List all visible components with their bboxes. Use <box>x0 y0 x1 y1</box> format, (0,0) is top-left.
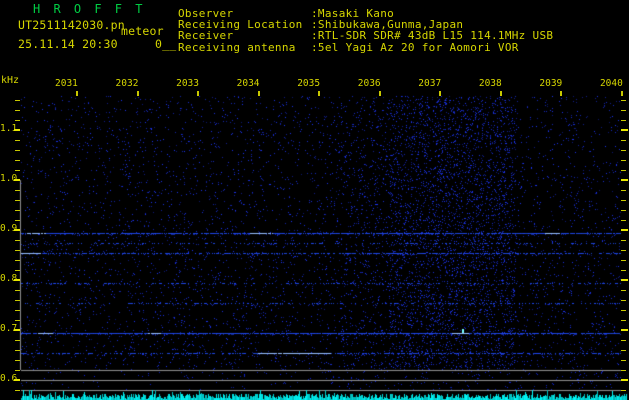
hrofft-screen: H R O F F T UT2511142030.pn meteor 25.11… <box>0 0 629 400</box>
time-label: 2037 <box>418 78 442 89</box>
freq-tick-right <box>621 179 628 181</box>
freq-tick-left <box>14 379 20 381</box>
time-label: 2031 <box>55 78 78 89</box>
freq-tick-right <box>621 329 628 331</box>
time-label: 2035 <box>297 78 321 89</box>
freq-tick-left <box>15 110 20 111</box>
time-tick <box>560 91 563 96</box>
freq-tick-left <box>15 240 20 241</box>
freq-tick-right <box>621 270 626 271</box>
time-label: 2040 <box>599 78 623 89</box>
freq-tick-left <box>15 290 20 291</box>
freq-tick-left <box>14 279 20 281</box>
meteor-counter: 0__ <box>155 37 177 51</box>
freq-tick-right <box>621 370 626 371</box>
freq-tick-right <box>621 220 626 221</box>
freq-tick-left <box>15 370 20 371</box>
time-label: 2039 <box>539 78 563 89</box>
freq-tick-right <box>621 260 626 261</box>
freq-tick-left <box>15 120 20 121</box>
freq-unit-label: kHz <box>1 75 20 86</box>
freq-tick-left <box>15 320 20 321</box>
time-label: 2033 <box>176 78 199 89</box>
freq-tick-right <box>621 310 626 311</box>
freq-tick-right <box>621 120 626 121</box>
time-tick <box>378 91 381 96</box>
time-tick <box>439 91 442 96</box>
freq-tick-right <box>621 129 628 131</box>
freq-tick-right <box>621 350 626 351</box>
freq-tick-right <box>621 390 626 391</box>
freq-tick-left <box>15 160 20 161</box>
freq-tick-left <box>15 210 20 211</box>
freq-tick-left <box>15 350 20 351</box>
freq-tick-left <box>15 190 20 191</box>
freq-tick-right <box>621 300 626 301</box>
freq-tick-left <box>15 220 20 221</box>
spectrogram-canvas <box>0 0 629 400</box>
freq-tick-left <box>15 250 20 251</box>
freq-tick-right <box>621 360 626 361</box>
time-label: 2036 <box>357 78 381 89</box>
freq-tick-left <box>15 300 20 301</box>
freq-tick-right <box>621 100 626 101</box>
time-label: 2032 <box>115 78 139 89</box>
freq-tick-left <box>14 229 20 231</box>
freq-tick-left <box>14 329 20 331</box>
filename-label: UT2511142030.pn <box>18 18 125 32</box>
freq-tick-left <box>15 390 20 391</box>
freq-tick-right <box>621 210 626 211</box>
antenna-label: Receiving antenna <box>178 41 296 54</box>
freq-tick-left <box>15 140 20 141</box>
time-tick <box>318 91 321 96</box>
antenna-value: :5el Yagi Az 20 for Aomori VOR <box>311 41 519 54</box>
freq-tick-right <box>621 240 626 241</box>
freq-tick-left <box>15 270 20 271</box>
freq-tick-right <box>621 170 626 171</box>
freq-tick-right <box>621 190 626 191</box>
time-tick <box>499 91 502 96</box>
freq-tick-left <box>15 150 20 151</box>
freq-tick-right <box>621 160 626 161</box>
freq-tick-right <box>621 320 626 321</box>
freq-tick-right <box>621 229 628 231</box>
freq-tick-left <box>15 100 20 101</box>
freq-tick-right <box>621 340 626 341</box>
receiver-value: :RTL-SDR SDR# 43dB L15 114.1MHz USB <box>311 29 554 42</box>
observation-mode-label: meteor <box>121 24 164 38</box>
time-tick <box>136 91 139 96</box>
freq-tick-right <box>621 140 626 141</box>
freq-tick-left <box>14 179 20 181</box>
freq-tick-right <box>621 200 626 201</box>
freq-tick-left <box>15 260 20 261</box>
freq-tick-left <box>15 360 20 361</box>
time-tick <box>620 91 623 96</box>
freq-tick-left <box>15 340 20 341</box>
freq-tick-left <box>15 200 20 201</box>
freq-tick-right <box>621 290 626 291</box>
freq-tick-right <box>621 110 626 111</box>
time-label: 2034 <box>236 78 260 89</box>
time-tick <box>76 91 78 96</box>
app-title: H R O F F T <box>33 2 146 16</box>
freq-tick-left <box>15 310 20 311</box>
time-tick <box>257 91 260 96</box>
freq-tick-right <box>621 279 628 281</box>
freq-tick-right <box>621 150 626 151</box>
freq-tick-left <box>15 170 20 171</box>
receiver-label: Receiver <box>178 29 234 42</box>
freq-tick-right <box>621 250 626 251</box>
time-label: 2038 <box>478 78 502 89</box>
datetime-label: 25.11.14 20:30 <box>18 37 118 51</box>
freq-tick-right <box>621 379 628 381</box>
time-tick <box>197 91 200 96</box>
freq-tick-left <box>14 129 20 131</box>
